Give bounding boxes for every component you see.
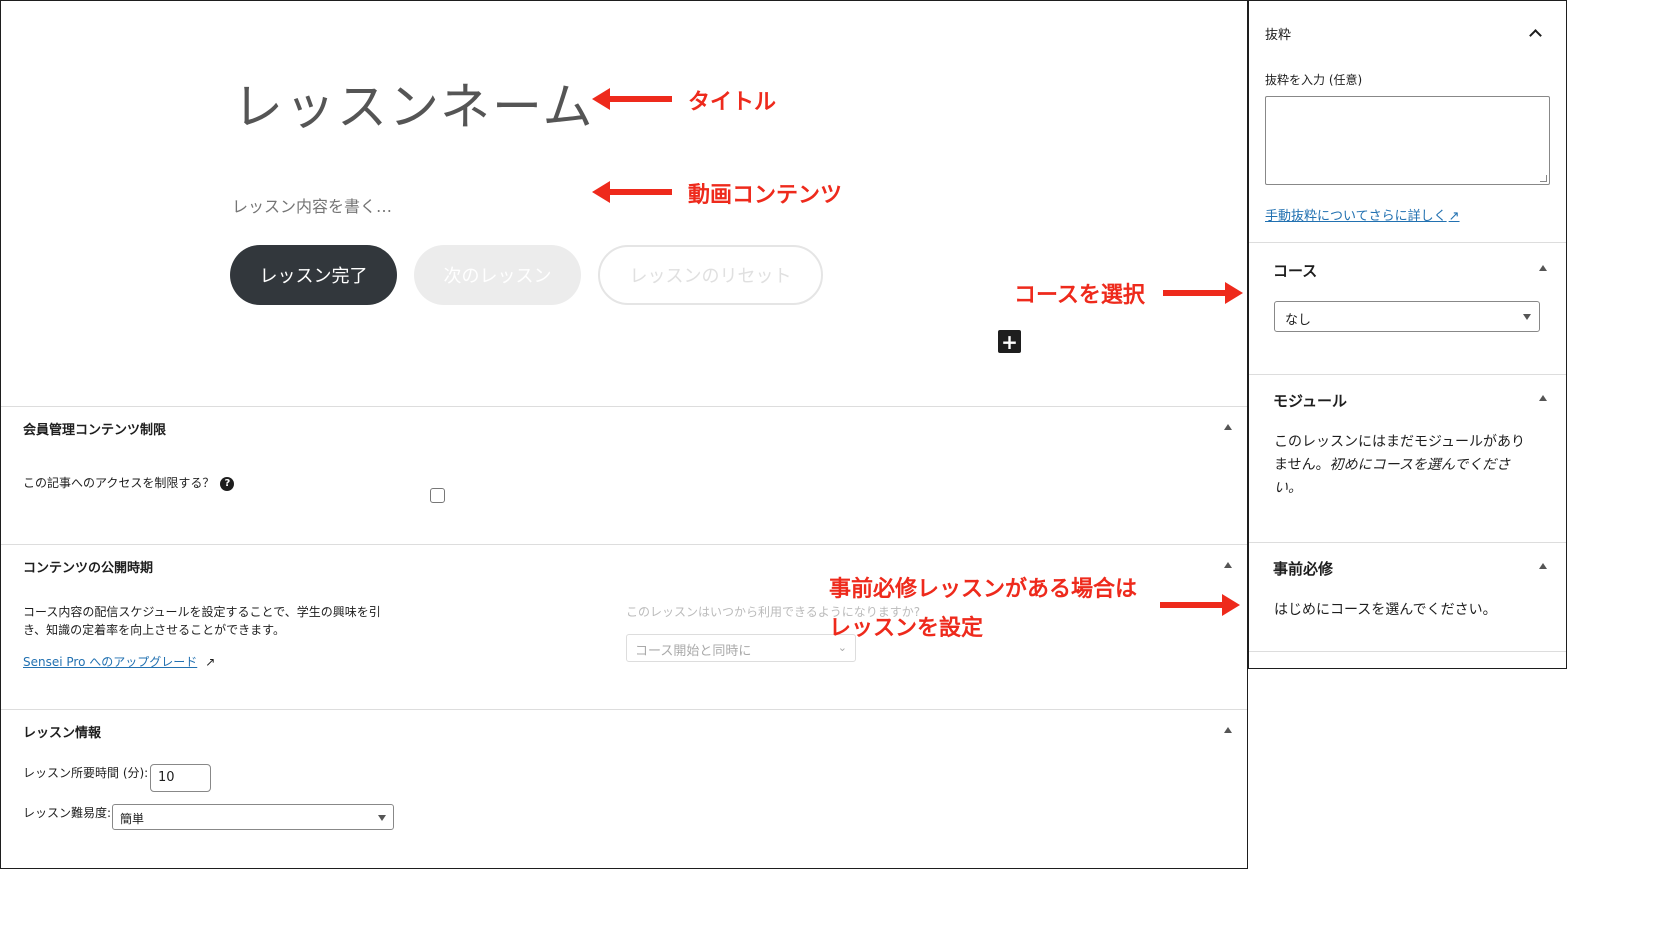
module-title[interactable]: モジュール (1273, 390, 1347, 411)
annotation-title: タイトル (688, 90, 777, 115)
lesson-info-panel-title: レッスン情報 (23, 726, 102, 741)
arrow-right-icon (1160, 594, 1240, 616)
excerpt-section: 抜粋 抜粋を入力 (任意) 手動抜粋についてさらに詳しく ↗ (1249, 1, 1566, 242)
excerpt-textarea[interactable] (1265, 96, 1550, 185)
add-block-plus-icon[interactable]: + (998, 330, 1021, 353)
prerequisite-title[interactable]: 事前必修 (1273, 558, 1333, 579)
dropdown-triangle-icon (378, 815, 386, 821)
course-select-value: なし (1285, 313, 1312, 328)
lesson-info-panel: レッスン情報 レッスン所要時間 (分): 10 レッスン難易度: 簡単 (1, 709, 1247, 868)
module-section: モジュール このレッスンにはまだモジュールがありません。初めにコースを選んでくだ… (1249, 374, 1566, 542)
complete-lesson-button[interactable]: レッスン完了 (230, 245, 397, 305)
external-link-icon: ↗ (1448, 209, 1460, 224)
difficulty-label: レッスン難易度: (23, 806, 112, 820)
restrict-access-label: この記事へのアクセスを制限する？ (23, 476, 215, 490)
collapse-triangle-icon[interactable] (1224, 562, 1232, 568)
excerpt-input-label: 抜粋を入力 (任意) (1265, 73, 1363, 87)
availability-select: コース開始と同時に ⌄ (626, 634, 856, 662)
excerpt-learn-more-link[interactable]: 手動抜粋についてさらに詳しく ↗ (1265, 205, 1460, 224)
dropdown-triangle-icon (1523, 314, 1531, 320)
upgrade-link[interactable]: Sensei Pro へのアップグレード ↗ (23, 653, 215, 670)
restrict-access-question: この記事へのアクセスを制限する？? (23, 474, 235, 492)
prerequisite-message: はじめにコースを選んでください。 (1274, 602, 1497, 618)
annotation-course-select: コースを選択 (1014, 283, 1145, 308)
external-link-icon: ↗ (205, 655, 216, 669)
resize-grip-icon[interactable] (1540, 175, 1547, 182)
availability-select-value: コース開始と同時に (635, 644, 752, 659)
course-select[interactable]: なし (1274, 301, 1540, 332)
difficulty-select[interactable]: 簡単 (112, 804, 394, 830)
collapse-triangle-icon[interactable] (1539, 395, 1547, 401)
block-editor: レッスンネーム レッスン内容を書く… レッスン完了 次のレッスン レッスンのリセ… (0, 0, 1248, 869)
module-message: このレッスンにはまだモジュールがありません。初めにコースを選んでください。 (1274, 431, 1536, 500)
content-schedule-panel: コンテンツの公開時期 コース内容の配信スケジュールを設定することで、学生の興味を… (1, 544, 1247, 709)
reset-lesson-button[interactable]: レッスンのリセット (598, 245, 823, 305)
help-icon[interactable]: ? (220, 476, 235, 491)
lesson-content-placeholder[interactable]: レッスン内容を書く… (232, 193, 392, 217)
upgrade-link-text[interactable]: Sensei Pro へのアップグレード (23, 655, 197, 669)
arrow-left-icon (592, 181, 672, 203)
schedule-panel-title: コンテンツの公開時期 (23, 561, 154, 576)
arrow-right-icon (1163, 282, 1243, 304)
membership-panel-title: 会員管理コンテンツ制限 (23, 423, 167, 438)
annotation-video: 動画コンテンツ (688, 183, 843, 208)
chevron-down-icon: ⌄ (837, 641, 847, 654)
difficulty-select-value: 簡単 (120, 812, 145, 826)
collapse-triangle-icon[interactable] (1539, 563, 1547, 569)
annotation-prereq-line2: レッスンを設定 (829, 616, 984, 641)
annotation-prereq-line1: 事前必修レッスンがある場合は (829, 577, 1138, 602)
course-title[interactable]: コース (1273, 260, 1317, 281)
settings-sidebar: 抜粋 抜粋を入力 (任意) 手動抜粋についてさらに詳しく ↗ コース なし モジュ… (1248, 0, 1567, 669)
restrict-access-checkbox[interactable] (430, 488, 445, 503)
membership-panel: 会員管理コンテンツ制限 この記事へのアクセスを制限する？? (1, 406, 1247, 544)
schedule-description: コース内容の配信スケジュールを設定することで、学生の興味を引き、知識の定着率を向… (23, 605, 381, 637)
excerpt-learn-more-text[interactable]: 手動抜粋についてさらに詳しく (1265, 209, 1447, 224)
collapse-triangle-icon[interactable] (1224, 727, 1232, 733)
course-section: コース なし (1249, 242, 1566, 374)
duration-label: レッスン所要時間 (分): (23, 766, 149, 780)
arrow-left-icon (592, 88, 672, 110)
duration-input[interactable]: 10 (150, 764, 211, 792)
lesson-title[interactable]: レッスンネーム (233, 67, 595, 139)
prerequisite-section: 事前必修 はじめにコースを選んでください。 (1249, 542, 1566, 652)
excerpt-title[interactable]: 抜粋 (1265, 24, 1291, 43)
chevron-up-icon[interactable] (1529, 29, 1542, 42)
next-lesson-button[interactable]: 次のレッスン (414, 245, 581, 305)
collapse-triangle-icon[interactable] (1539, 265, 1547, 271)
collapse-triangle-icon[interactable] (1224, 424, 1232, 430)
